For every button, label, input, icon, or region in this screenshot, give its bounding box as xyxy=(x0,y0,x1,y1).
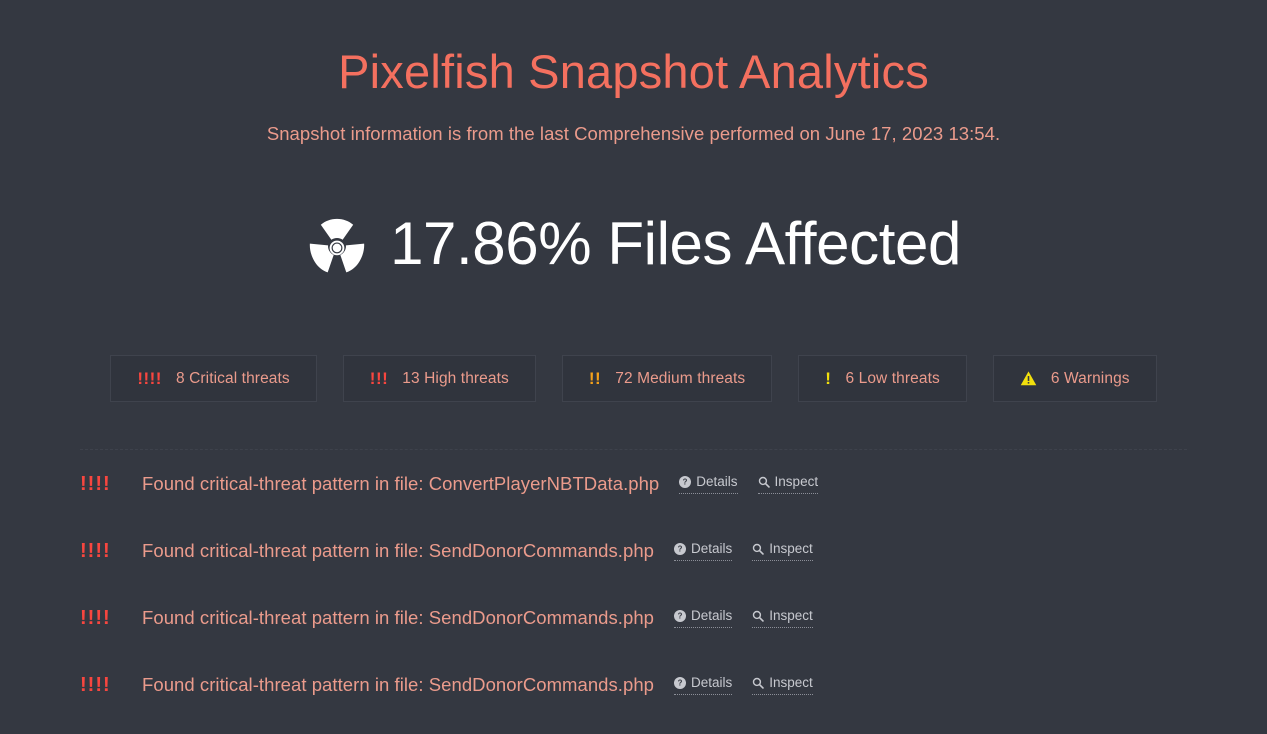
exclamation-marks-icon: !! xyxy=(588,369,602,389)
finding-actions: ? Details Inspect xyxy=(674,608,813,628)
badge-label-high: 13 High threats xyxy=(402,369,509,387)
svg-text:?: ? xyxy=(678,545,683,554)
page-title: Pixelfish Snapshot Analytics xyxy=(338,45,929,98)
finding-actions: ? Details Inspect xyxy=(679,474,819,494)
details-label: Details xyxy=(691,541,733,557)
radiation-icon xyxy=(309,219,365,273)
details-button[interactable]: ? Details xyxy=(674,675,733,695)
badge-label-critical: 8 Critical threats xyxy=(175,369,290,387)
inspect-label: Inspect xyxy=(769,608,813,624)
question-circle-icon: ? xyxy=(679,476,692,489)
search-icon xyxy=(753,611,765,623)
page-header: Pixelfish Snapshot Analytics Snapshot in… xyxy=(0,0,1267,145)
exclamation-marks-icon: !!! xyxy=(369,369,389,389)
details-label: Details xyxy=(691,675,733,691)
question-circle-icon: ? xyxy=(674,677,687,690)
files-affected-text: 17.86% Files Affected xyxy=(390,210,961,278)
inspect-button[interactable]: Inspect xyxy=(752,675,813,695)
files-affected-stat: 17.86% Files Affected xyxy=(0,211,1267,277)
badge-medium-threats[interactable]: !! 72 Medium threats xyxy=(561,355,773,403)
exclamation-marks-icon: ! xyxy=(825,369,832,389)
svg-text:?: ? xyxy=(678,679,683,688)
list-item[interactable]: !!!! Found critical-threat pattern in fi… xyxy=(80,450,1187,517)
list-item[interactable]: !!!! Found critical-threat pattern in fi… xyxy=(80,651,1187,718)
page-subtitle: Snapshot information is from the last Co… xyxy=(266,123,1001,145)
exclamation-marks-icon: !!!! xyxy=(80,472,111,495)
list-item[interactable]: !!!! Found critical-threat pattern in fi… xyxy=(80,584,1187,651)
exclamation-marks-icon: !!!! xyxy=(80,673,111,696)
badge-label-medium: 72 Medium threats xyxy=(615,369,746,387)
search-icon xyxy=(758,477,770,489)
exclamation-marks-icon: !!!! xyxy=(137,369,162,389)
threat-summary-badges: !!!! 8 Critical threats !!! 13 High thre… xyxy=(0,355,1267,403)
inspect-button[interactable]: Inspect xyxy=(757,474,819,494)
details-label: Details xyxy=(691,608,733,624)
badge-warnings[interactable]: 6 Warnings xyxy=(992,355,1157,403)
search-icon xyxy=(753,678,765,690)
details-button[interactable]: ? Details xyxy=(679,474,738,494)
svg-text:?: ? xyxy=(683,478,688,487)
finding-text: Found critical-threat pattern in file: S… xyxy=(142,539,655,561)
inspect-button[interactable]: Inspect xyxy=(752,608,813,628)
details-button[interactable]: ? Details xyxy=(674,608,733,628)
finding-actions: ? Details Inspect xyxy=(674,675,813,695)
badge-critical-threats[interactable]: !!!! 8 Critical threats xyxy=(110,355,317,403)
warning-triangle-icon xyxy=(1020,371,1037,386)
svg-text:?: ? xyxy=(678,612,683,621)
inspect-button[interactable]: Inspect xyxy=(752,541,813,561)
search-icon xyxy=(753,544,765,556)
question-circle-icon: ? xyxy=(674,543,687,556)
findings-list: !!!! Found critical-threat pattern in fi… xyxy=(0,450,1267,718)
question-circle-icon: ? xyxy=(674,610,687,623)
exclamation-marks-icon: !!!! xyxy=(80,539,111,562)
finding-text: Found critical-threat pattern in file: S… xyxy=(142,606,655,628)
inspect-label: Inspect xyxy=(774,474,819,490)
analytics-page: Pixelfish Snapshot Analytics Snapshot in… xyxy=(0,0,1267,734)
badge-label-low: 6 Low threats xyxy=(845,369,940,387)
badge-high-threats[interactable]: !!! 13 High threats xyxy=(342,355,536,403)
finding-text: Found critical-threat pattern in file: S… xyxy=(142,673,655,695)
badge-low-threats[interactable]: ! 6 Low threats xyxy=(798,355,967,403)
details-label: Details xyxy=(696,474,738,490)
badge-label-warnings: 6 Warnings xyxy=(1050,369,1130,387)
inspect-label: Inspect xyxy=(769,541,813,557)
finding-text: Found critical-threat pattern in file: C… xyxy=(142,472,660,494)
inspect-label: Inspect xyxy=(769,675,813,691)
finding-actions: ? Details Inspect xyxy=(674,541,813,561)
details-button[interactable]: ? Details xyxy=(674,541,733,561)
list-item[interactable]: !!!! Found critical-threat pattern in fi… xyxy=(80,517,1187,584)
exclamation-marks-icon: !!!! xyxy=(80,606,111,629)
